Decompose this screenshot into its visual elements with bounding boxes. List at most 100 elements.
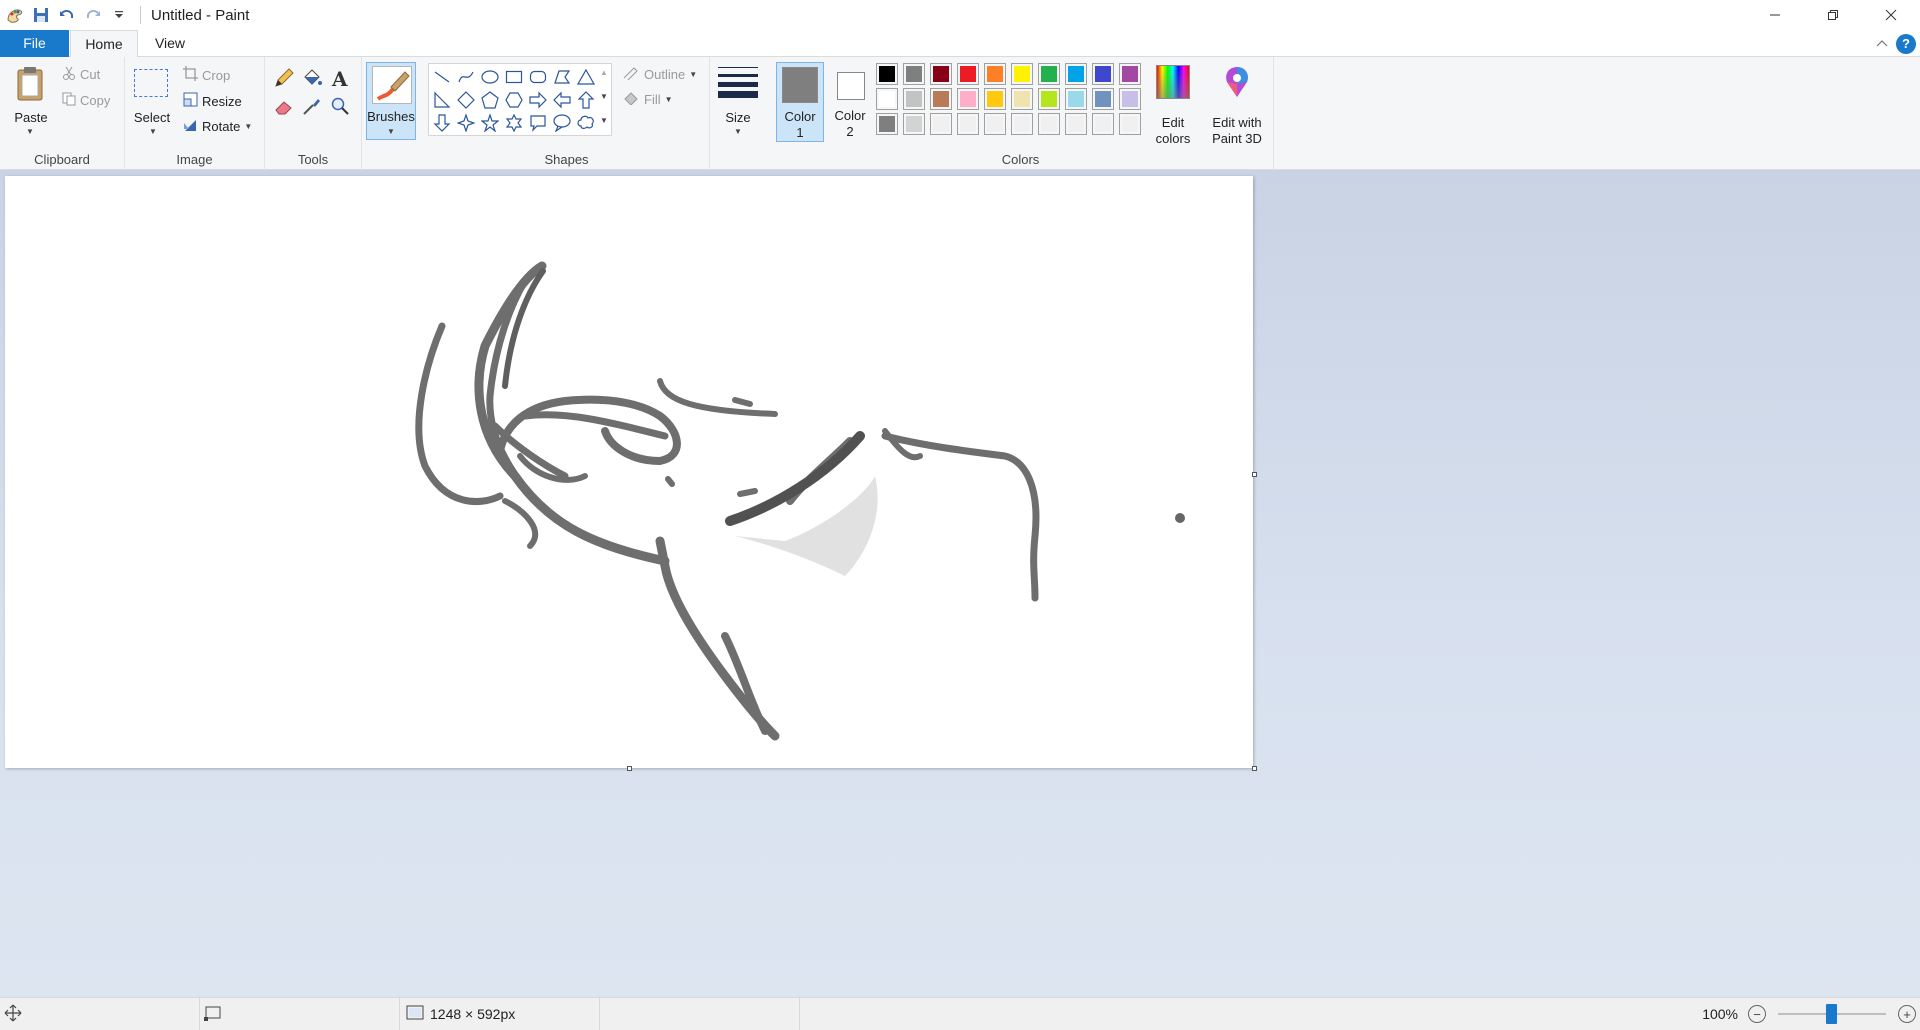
palette-swatch[interactable] [930, 88, 952, 110]
palette-swatch[interactable] [1092, 63, 1114, 85]
down-arrow-shape-icon[interactable] [431, 112, 453, 134]
palette-swatch[interactable] [1038, 113, 1060, 135]
edit-with-paint3d-button[interactable]: Edit with Paint 3D [1206, 62, 1268, 146]
palette-swatch[interactable] [1092, 113, 1114, 135]
help-icon[interactable]: ? [1896, 33, 1916, 54]
rounded-callout-shape-icon[interactable] [527, 112, 549, 134]
palette-swatch[interactable] [1119, 63, 1141, 85]
close-icon[interactable] [1862, 0, 1920, 30]
palette-swatch[interactable] [984, 63, 1006, 85]
palette-swatch[interactable] [1011, 63, 1033, 85]
palette-swatch[interactable] [1092, 88, 1114, 110]
paste-button[interactable]: Paste [8, 110, 54, 126]
text-tool-icon[interactable]: A [329, 67, 351, 91]
redo-icon[interactable] [82, 4, 104, 26]
tab-home[interactable]: Home [70, 30, 138, 58]
color2-button[interactable]: Color 2 [826, 62, 874, 142]
shapes-more-icon[interactable]: ▼ [600, 116, 608, 125]
select-dropdown-icon[interactable]: ▼ [149, 127, 157, 136]
palette-swatch[interactable] [957, 88, 979, 110]
palette-swatch[interactable] [903, 88, 925, 110]
palette-swatch[interactable] [876, 88, 898, 110]
crop-button[interactable]: Crop [183, 66, 230, 84]
shapes-scroll-down-icon[interactable]: ▼ [600, 92, 608, 101]
zoom-thumb[interactable] [1826, 1004, 1837, 1024]
size-dropdown-icon[interactable]: ▼ [734, 127, 742, 136]
palette-swatch[interactable] [1011, 113, 1033, 135]
shapes-scroll-up-icon[interactable]: ▲ [600, 68, 608, 77]
color1-button[interactable]: Color 1 [776, 62, 824, 142]
palette-swatch[interactable] [1011, 88, 1033, 110]
palette-swatch[interactable] [984, 113, 1006, 135]
six-point-star-shape-icon[interactable] [503, 112, 525, 134]
fill-button[interactable]: Fill ▼ [622, 91, 673, 108]
four-point-star-shape-icon[interactable] [455, 112, 477, 134]
palette-swatch[interactable] [1119, 113, 1141, 135]
select-button[interactable]: Select [129, 110, 175, 126]
palette-swatch[interactable] [984, 88, 1006, 110]
size-icon[interactable] [718, 65, 758, 99]
paint-app-icon[interactable] [4, 4, 26, 26]
right-arrow-shape-icon[interactable] [527, 89, 549, 111]
curve-shape-icon[interactable] [455, 66, 477, 88]
palette-swatch[interactable] [930, 113, 952, 135]
palette-swatch[interactable] [876, 113, 898, 135]
zoom-out-icon[interactable]: − [1748, 1005, 1766, 1023]
resize-button[interactable]: Resize [183, 92, 242, 110]
eraser-icon[interactable] [273, 95, 295, 117]
restore-icon[interactable] [1804, 0, 1862, 30]
select-icon[interactable] [134, 69, 168, 97]
cloud-callout-shape-icon[interactable] [575, 112, 597, 134]
edit-colors-button[interactable]: Edit colors [1150, 62, 1196, 146]
outline-button[interactable]: Outline ▼ [622, 66, 697, 83]
customize-toolbar-icon[interactable] [108, 4, 130, 26]
brushes-button[interactable]: Brushes ▼ [366, 62, 416, 140]
right-triangle-shape-icon[interactable] [431, 89, 453, 111]
palette-swatch[interactable] [876, 63, 898, 85]
rotate-dropdown-icon[interactable]: ▼ [244, 122, 252, 131]
diamond-shape-icon[interactable] [455, 89, 477, 111]
canvas-resize-handle-bottom[interactable] [627, 766, 632, 771]
size-button[interactable]: Size [714, 110, 762, 126]
tab-file[interactable]: File [0, 30, 69, 57]
paste-icon[interactable] [12, 65, 50, 101]
pentagon-shape-icon[interactable] [479, 89, 501, 111]
save-icon[interactable] [30, 4, 52, 26]
rotate-button[interactable]: Rotate ▼ [183, 117, 252, 135]
palette-swatch[interactable] [1065, 63, 1087, 85]
rounded-rectangle-shape-icon[interactable] [527, 66, 549, 88]
canvas-resize-handle-corner[interactable] [1252, 766, 1257, 771]
zoom-slider[interactable] [1778, 1004, 1886, 1024]
oval-callout-shape-icon[interactable] [551, 112, 573, 134]
palette-swatch[interactable] [1119, 88, 1141, 110]
palette-swatch[interactable] [957, 63, 979, 85]
five-point-star-shape-icon[interactable] [479, 112, 501, 134]
palette-swatch[interactable] [1065, 88, 1087, 110]
paste-dropdown-icon[interactable]: ▼ [26, 127, 34, 136]
palette-swatch[interactable] [930, 63, 952, 85]
fill-bucket-icon[interactable] [301, 67, 323, 89]
shapes-scroll[interactable]: ▲ ▼ ▼ [598, 66, 610, 134]
cut-button[interactable]: Cut [62, 66, 100, 83]
tab-view[interactable]: View [150, 30, 190, 57]
workspace[interactable] [0, 170, 1920, 997]
triangle-shape-icon[interactable] [575, 66, 597, 88]
palette-swatch[interactable] [957, 113, 979, 135]
palette-swatch[interactable] [903, 113, 925, 135]
up-arrow-shape-icon[interactable] [575, 89, 597, 111]
zoom-in-icon[interactable]: + [1898, 1005, 1916, 1023]
palette-swatch[interactable] [1065, 113, 1087, 135]
palette-swatch[interactable] [1038, 63, 1060, 85]
palette-swatch[interactable] [1038, 88, 1060, 110]
hexagon-shape-icon[interactable] [503, 89, 525, 111]
left-arrow-shape-icon[interactable] [551, 89, 573, 111]
color-picker-icon[interactable] [301, 95, 323, 117]
oval-shape-icon[interactable] [479, 66, 501, 88]
pencil-icon[interactable] [273, 67, 295, 89]
rectangle-shape-icon[interactable] [503, 66, 525, 88]
undo-icon[interactable] [56, 4, 78, 26]
copy-button[interactable]: Copy [62, 92, 110, 109]
canvas-resize-handle-right[interactable] [1252, 472, 1257, 477]
palette-swatch[interactable] [903, 63, 925, 85]
polygon-shape-icon[interactable] [551, 66, 573, 88]
